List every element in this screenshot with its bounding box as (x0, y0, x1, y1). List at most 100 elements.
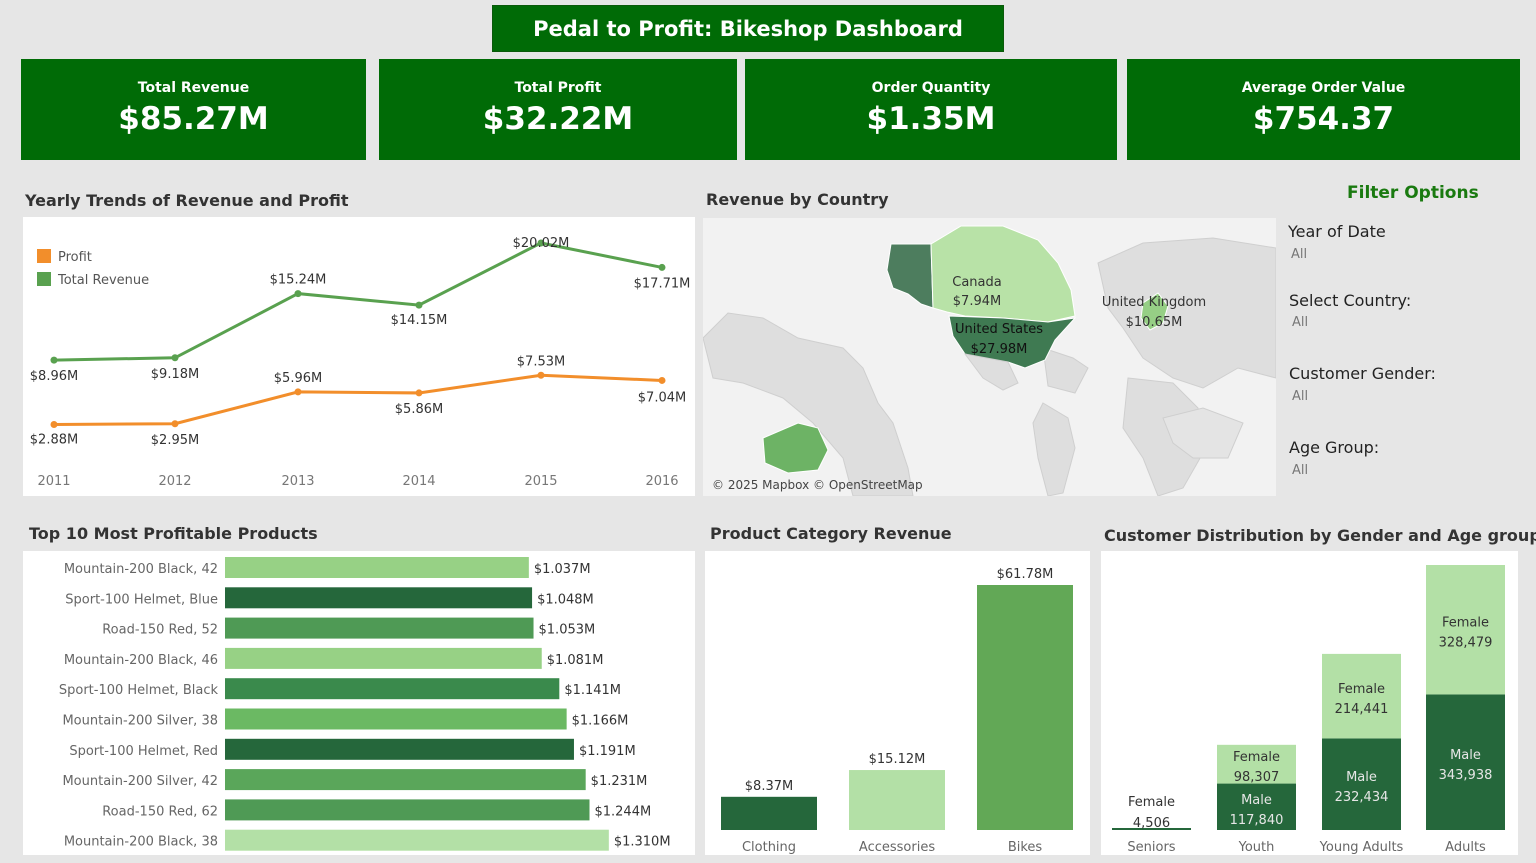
customer-chart-panel: Female 4,506 Seniors Female 98,307 Male 117,84… (1101, 551, 1518, 855)
x-tick-label: 2014 (402, 474, 435, 489)
category-axis-label: Accessories (859, 840, 935, 855)
age-group-label: Adults (1445, 840, 1486, 855)
map-attribution[interactable]: © 2025 Mapbox © OpenStreetMap (712, 478, 923, 492)
product-label: Mountain-200 Silver, 42 (62, 774, 218, 789)
kpi-order-quantity: Order Quantity $1.35M (745, 59, 1117, 160)
filter-options-title: Filter Options (1347, 183, 1479, 203)
legend-swatch-profit (37, 249, 51, 263)
category-value-label: $61.78M (997, 567, 1054, 582)
filter-gender-value[interactable]: All (1292, 389, 1308, 404)
category-value-label: $15.12M (869, 752, 926, 767)
product-bar (225, 617, 534, 639)
product-bar (225, 708, 567, 730)
filter-year-value[interactable]: All (1291, 247, 1307, 262)
revenue-data-label: $14.15M (391, 313, 448, 328)
profit-point (537, 371, 545, 379)
male-value-label: 232,434 (1335, 790, 1389, 805)
product-bar (225, 557, 529, 578)
alaska-region (886, 243, 934, 309)
map-label-uk-name: United Kingdom (1102, 295, 1206, 310)
map-label-us-name: United States (955, 322, 1043, 337)
profit-point (171, 420, 179, 428)
legend-label-profit: Profit (58, 250, 92, 265)
male-value-label: 117,840 (1230, 813, 1284, 828)
trend-line-chart[interactable]: $8.96M $9.18M $15.24M $14.15M $20.02M $17.71M… (23, 217, 695, 496)
female-value-label: 4,506 (1133, 816, 1170, 831)
kpi-total-profit: Total Profit $32.22M (379, 59, 737, 160)
product-bar (225, 647, 542, 669)
profit-line (53, 373, 663, 426)
female-value-label: 98,307 (1234, 770, 1280, 785)
kpi-label: Order Quantity (871, 80, 991, 96)
product-bar (225, 587, 533, 609)
female-value-label: 328,479 (1439, 636, 1493, 651)
revenue-data-label: $15.24M (270, 273, 327, 288)
category-value-label: $8.37M (745, 779, 793, 794)
category-axis-label: Bikes (1008, 840, 1043, 855)
category-bar (721, 796, 817, 830)
x-tick-label: 2011 (37, 474, 70, 489)
product-bar (225, 738, 574, 760)
customer-stacked-bar-chart[interactable]: Female 4,506 Seniors Female 98,307 Male 117,84… (1101, 551, 1518, 855)
kpi-total-revenue: Total Revenue $85.27M (21, 59, 366, 160)
product-value-label: $1.191M (579, 744, 636, 759)
x-tick-label: 2012 (158, 474, 191, 489)
female-name-label: Female (1233, 750, 1280, 765)
australia-region[interactable] (762, 422, 829, 474)
country-map[interactable]: Canada $7.94M United States $27.98M Unit… (703, 218, 1276, 496)
revenue-data-label: $8.96M (30, 369, 78, 384)
category-bar (977, 585, 1073, 830)
product-bar (225, 769, 586, 791)
revenue-data-label: $9.18M (151, 367, 199, 382)
filter-country-label: Select Country: (1289, 291, 1412, 310)
profit-data-label: $2.88M (30, 432, 78, 447)
legend-label-revenue: Total Revenue (57, 273, 149, 288)
profit-point (50, 420, 58, 428)
product-label: Mountain-200 Black, 42 (64, 562, 218, 577)
profit-data-label: $7.04M (638, 390, 686, 405)
filter-gender-label: Customer Gender: (1289, 364, 1436, 383)
filter-age-value[interactable]: All (1292, 463, 1308, 478)
x-tick-label: 2016 (645, 474, 678, 489)
product-value-label: $1.053M (539, 623, 596, 638)
world-map[interactable]: Canada $7.94M United States $27.98M Unit… (703, 218, 1276, 496)
product-value-label: $1.141M (564, 683, 621, 698)
female-value-label: 214,441 (1335, 702, 1389, 717)
kpi-value: $32.22M (482, 101, 634, 137)
profit-data-label: $2.95M (151, 433, 199, 448)
product-value-label: $1.048M (537, 592, 594, 607)
country-title: Revenue by Country (706, 190, 889, 209)
category-chart-panel: $8.37M Clothing $15.12M Accessories $61.78M B… (705, 551, 1090, 855)
male-name-label: Male (1241, 793, 1272, 808)
product-value-label: $1.244M (594, 804, 651, 819)
revenue-point (50, 356, 58, 364)
x-tick-label: 2015 (524, 474, 557, 489)
product-value-label: $1.231M (591, 774, 648, 789)
profit-data-label: $5.86M (395, 402, 443, 417)
top10-chart-panel: Mountain-200 Black, 42 $1.037M Sport-100 H… (23, 551, 695, 855)
trends-chart-panel: $8.96M $9.18M $15.24M $14.15M $20.02M $17.71M… (23, 217, 695, 496)
age-group-label: Young Adults (1319, 840, 1404, 855)
profit-point (658, 376, 666, 384)
map-label-uk-value: $10.65M (1126, 315, 1183, 330)
product-label: Mountain-200 Silver, 38 (62, 714, 218, 729)
map-label-canada-value: $7.94M (953, 294, 1001, 309)
product-label: Sport-100 Helmet, Blue (65, 592, 218, 607)
age-group-label: Youth (1238, 840, 1275, 855)
product-value-label: $1.081M (547, 653, 604, 668)
product-label: Mountain-200 Black, 46 (64, 653, 218, 668)
profit-data-label: $5.96M (274, 371, 322, 386)
product-value-label: $1.037M (534, 562, 591, 577)
customer-title: Customer Distribution by Gender and Age … (1104, 526, 1536, 545)
top10-title: Top 10 Most Profitable Products (29, 524, 318, 543)
male-name-label: Male (1346, 770, 1377, 785)
filter-country-value[interactable]: All (1292, 315, 1308, 330)
x-tick-label: 2013 (281, 474, 314, 489)
female-name-label: Female (1128, 795, 1175, 810)
revenue-point (658, 263, 666, 271)
male-name-label: Male (1450, 748, 1481, 763)
top10-bar-chart[interactable]: Mountain-200 Black, 42 $1.037M Sport-100 H… (23, 551, 695, 855)
category-bar-chart[interactable]: $8.37M Clothing $15.12M Accessories $61.78M B… (705, 551, 1090, 855)
legend-swatch-revenue (37, 272, 51, 286)
product-label: Sport-100 Helmet, Black (59, 683, 219, 698)
